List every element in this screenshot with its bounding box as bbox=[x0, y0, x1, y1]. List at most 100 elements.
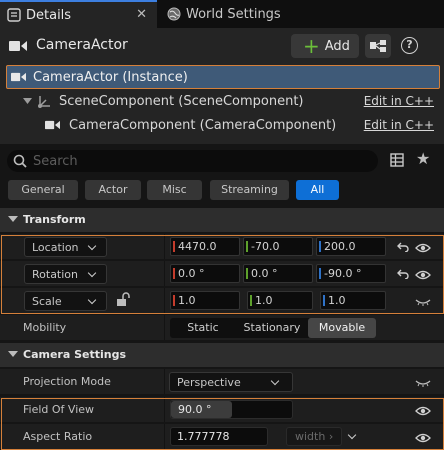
tree-item-camera-component[interactable]: CameraComponent (CameraComponent) Edit i… bbox=[6, 114, 440, 138]
section-title: Transform bbox=[23, 213, 86, 226]
axis-y-marker bbox=[246, 268, 248, 279]
edit-in-cpp-link[interactable]: Edit in C++ bbox=[364, 94, 434, 108]
mobility-row: Mobility Static Stationary Movable bbox=[0, 315, 444, 341]
filter-general-button[interactable]: General bbox=[8, 180, 78, 200]
scale-y-field[interactable]: 1.0 bbox=[247, 291, 313, 310]
mobility-static-option[interactable]: Static bbox=[170, 318, 236, 338]
rotation-z-field[interactable]: -90.0 ° bbox=[316, 264, 386, 283]
axis-x-marker bbox=[173, 241, 175, 252]
aspect-ratio-field[interactable]: 1.777778 bbox=[170, 427, 268, 446]
projection-mode-row: Projection Mode Perspective bbox=[0, 369, 444, 395]
property-matrix-icon[interactable] bbox=[390, 153, 404, 167]
eye-icon[interactable] bbox=[415, 433, 431, 443]
camera-settings-section-header[interactable]: Camera Settings bbox=[0, 343, 444, 367]
chevron-down-icon bbox=[23, 98, 32, 104]
axis-z-marker bbox=[323, 295, 325, 306]
projection-mode-label: Projection Mode bbox=[23, 375, 111, 388]
mobility-movable-option[interactable]: Movable bbox=[308, 318, 376, 338]
search-icon bbox=[13, 154, 27, 168]
scale-x-field[interactable]: 1.0 bbox=[170, 291, 240, 310]
column-divider bbox=[164, 424, 165, 449]
search-box[interactable] bbox=[7, 150, 378, 172]
location-x-value: 4470.0 bbox=[178, 240, 217, 253]
tab-details[interactable]: Details ✕ bbox=[0, 0, 157, 28]
collapse-arrow-icon bbox=[8, 216, 18, 222]
tab-world-settings[interactable]: World Settings bbox=[160, 0, 290, 28]
camera-icon bbox=[9, 41, 27, 51]
eye-closed-icon[interactable] bbox=[415, 298, 431, 306]
filter-streaming-button[interactable]: Streaming bbox=[210, 180, 289, 200]
reset-to-default-icon[interactable] bbox=[397, 269, 410, 279]
projection-mode-dropdown[interactable]: Perspective bbox=[169, 372, 293, 392]
scale-label: Scale bbox=[32, 295, 62, 308]
rotation-y-value: 0.0 ° bbox=[251, 267, 278, 280]
column-divider bbox=[164, 369, 165, 394]
tree-item-label: SceneComponent (SceneComponent) bbox=[59, 94, 304, 109]
location-z-value: 200.0 bbox=[324, 240, 356, 253]
axis-x-marker bbox=[173, 295, 175, 306]
help-icon[interactable]: ? bbox=[401, 37, 418, 54]
rotation-y-field[interactable]: 0.0 ° bbox=[243, 264, 313, 283]
tree-item-scene-component[interactable]: SceneComponent (SceneComponent) Edit in … bbox=[6, 90, 440, 114]
edit-in-cpp-link[interactable]: Edit in C++ bbox=[364, 118, 434, 132]
eye-icon[interactable] bbox=[415, 243, 431, 253]
projection-mode-value: Perspective bbox=[177, 376, 241, 389]
eye-icon[interactable] bbox=[415, 270, 431, 280]
aspect-ratio-label: Aspect Ratio bbox=[23, 430, 93, 443]
field-of-view-value: 90.0 ° bbox=[178, 403, 212, 416]
column-divider bbox=[164, 234, 165, 259]
eye-closed-icon[interactable] bbox=[415, 379, 431, 387]
search-row bbox=[0, 144, 444, 180]
tab-world-settings-label: World Settings bbox=[186, 6, 281, 22]
add-component-button[interactable]: + Add bbox=[291, 34, 359, 58]
field-of-view-slider[interactable]: 90.0 ° bbox=[170, 400, 293, 419]
location-z-field[interactable]: 200.0 bbox=[316, 237, 386, 256]
rotation-x-field[interactable]: 0.0 ° bbox=[170, 264, 240, 283]
collapse-arrow-icon bbox=[8, 351, 18, 357]
details-icon bbox=[7, 8, 21, 22]
location-row: Location 4470.0 -70.0 200.0 bbox=[0, 234, 444, 260]
reset-to-default-icon[interactable] bbox=[397, 242, 410, 252]
location-dropdown[interactable]: Location bbox=[24, 237, 107, 257]
scale-z-field[interactable]: 1.0 bbox=[320, 291, 386, 310]
field-of-view-row: Field Of View 90.0 ° bbox=[0, 397, 444, 423]
field-of-view-label: Field Of View bbox=[23, 403, 95, 416]
rotation-row: Rotation 0.0 ° 0.0 ° -90.0 ° bbox=[0, 261, 444, 287]
filter-misc-button[interactable]: Misc bbox=[147, 180, 202, 200]
scale-z-value: 1.0 bbox=[328, 294, 346, 307]
add-button-label: Add bbox=[324, 38, 350, 54]
tab-details-label: Details bbox=[26, 7, 72, 23]
rotation-z-value: -90.0 ° bbox=[324, 267, 362, 280]
eye-icon[interactable] bbox=[415, 406, 431, 416]
scale-dropdown[interactable]: Scale bbox=[24, 291, 107, 311]
rotation-dropdown[interactable]: Rotation bbox=[24, 264, 107, 284]
favorites-star-icon[interactable]: ★ bbox=[416, 149, 430, 168]
chevron-down-icon[interactable] bbox=[347, 430, 357, 440]
filter-actor-button[interactable]: Actor bbox=[85, 180, 141, 200]
axis-y-marker bbox=[246, 241, 248, 252]
filter-all-button[interactable]: All bbox=[296, 180, 339, 200]
rotation-x-value: 0.0 ° bbox=[178, 267, 205, 280]
details-header: CameraActor + Add ? bbox=[0, 28, 444, 64]
blueprint-button[interactable] bbox=[365, 34, 391, 58]
tree-item-label: CameraComponent (CameraComponent) bbox=[69, 118, 337, 133]
transform-section-header[interactable]: Transform bbox=[0, 208, 444, 232]
aspect-ratio-value: 1.777778 bbox=[177, 430, 230, 443]
scale-row: Scale 1.0 1.0 1.0 bbox=[0, 288, 444, 314]
tree-item-camera-actor[interactable]: CameraActor (Instance) bbox=[6, 65, 440, 89]
globe-icon bbox=[167, 7, 181, 21]
section-title: Camera Settings bbox=[23, 348, 127, 361]
hierarchy-icon bbox=[370, 40, 386, 52]
search-input[interactable] bbox=[33, 152, 363, 170]
close-tab-icon[interactable]: ✕ bbox=[136, 7, 147, 22]
tree-item-label: CameraActor (Instance) bbox=[33, 70, 188, 85]
camera-icon bbox=[45, 120, 60, 130]
aspect-ratio-width-button[interactable]: width › bbox=[286, 427, 342, 446]
location-y-field[interactable]: -70.0 bbox=[243, 237, 313, 256]
mobility-stationary-option[interactable]: Stationary bbox=[236, 318, 308, 338]
location-x-field[interactable]: 4470.0 bbox=[170, 237, 240, 256]
rotation-label: Rotation bbox=[32, 268, 79, 281]
lock-open-icon[interactable] bbox=[116, 292, 130, 308]
tab-bar: Details ✕ World Settings bbox=[0, 0, 444, 28]
location-label: Location bbox=[32, 241, 79, 254]
